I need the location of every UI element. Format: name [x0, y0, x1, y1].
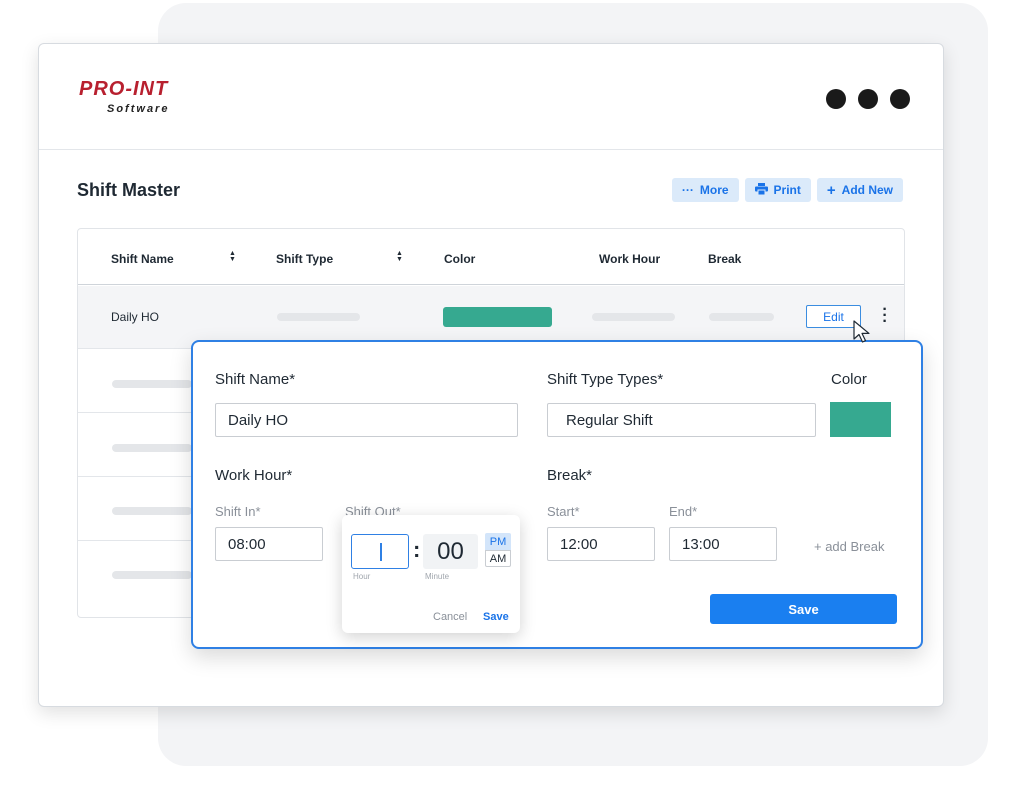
break-end-label: End* [669, 504, 698, 519]
placeholder-bar [112, 380, 192, 388]
pm-option[interactable]: PM [485, 533, 511, 550]
minute-caption: Minute [425, 572, 450, 581]
picker-save-button[interactable]: Save [483, 611, 509, 623]
color-picker-swatch[interactable] [830, 402, 891, 437]
logo-main-text: PRO-INT [79, 78, 169, 100]
column-header-break: Break [708, 252, 742, 266]
column-header-color: Color [444, 252, 476, 266]
am-pm-toggle: PM AM [485, 533, 511, 567]
shift-name-input[interactable]: Daily HO [215, 403, 518, 437]
mouse-cursor-icon [853, 320, 870, 343]
shift-in-label: Shift In* [215, 504, 261, 519]
break-end-input[interactable]: 13:00 [669, 527, 777, 561]
add-new-label: Add New [841, 183, 893, 197]
shift-type-select[interactable]: Regular Shift [547, 403, 816, 437]
placeholder-bar [112, 444, 192, 452]
plus-icon: + [826, 181, 836, 199]
placeholder-bar [112, 571, 192, 579]
shift-name-label: Shift Name* [215, 371, 296, 388]
break-start-label: Start* [547, 504, 580, 519]
time-separator: : [413, 537, 421, 562]
minute-input[interactable]: 00 [423, 534, 478, 569]
shift-name-cell: Daily HO [111, 310, 160, 324]
print-label: Print [773, 183, 801, 197]
window-controls [826, 89, 910, 109]
text-caret [380, 543, 382, 561]
more-button[interactable]: ··· More [671, 178, 739, 202]
shift-in-input[interactable]: 08:00 [215, 527, 323, 561]
page-title: Shift Master [77, 180, 181, 200]
kebab-menu-icon[interactable]: · · · [881, 302, 889, 330]
shift-type-label: Shift Type Types* [547, 371, 664, 388]
pro-int-logo: PRO-INT Software [79, 78, 189, 124]
printer-icon [754, 182, 768, 198]
column-header-work-hour: Work Hour [599, 252, 661, 266]
placeholder-bar [592, 313, 675, 321]
logo-sub-text: Software [107, 103, 170, 115]
color-swatch [443, 307, 552, 327]
color-label: Color [831, 371, 867, 388]
add-new-button[interactable]: + Add New [816, 178, 903, 202]
time-picker-popup: : 00 PM AM Hour Minute Cancel Save [342, 515, 520, 633]
more-label: More [699, 183, 729, 197]
sort-icon[interactable]: ▲ ▼ [229, 250, 236, 263]
placeholder-bar [709, 313, 774, 321]
window-dot-icon[interactable] [826, 89, 846, 109]
window-dot-icon[interactable] [858, 89, 878, 109]
save-button[interactable]: Save [710, 594, 897, 624]
add-break-link[interactable]: + add Break [814, 539, 884, 554]
hour-input[interactable] [351, 534, 409, 569]
placeholder-bar [112, 507, 192, 515]
sort-icon[interactable]: ▲ ▼ [396, 250, 403, 263]
break-label: Break* [547, 467, 593, 484]
column-header-shift-name[interactable]: Shift Name [111, 252, 174, 266]
picker-cancel-button[interactable]: Cancel [433, 611, 467, 623]
placeholder-bar [277, 313, 360, 321]
work-hour-label: Work Hour* [215, 467, 293, 484]
table-header: Shift Name ▲ ▼ Shift Type ▲ ▼ Color Work H… [78, 229, 904, 285]
ellipsis-icon: ··· [681, 183, 694, 197]
print-button[interactable]: Print [744, 178, 811, 202]
column-header-shift-type[interactable]: Shift Type [276, 252, 333, 266]
edit-shift-modal: Shift Name* Daily HO Shift Type Types* R… [191, 340, 923, 649]
am-option[interactable]: AM [485, 550, 511, 567]
break-start-input[interactable]: 12:00 [547, 527, 655, 561]
hour-caption: Hour [353, 572, 371, 581]
window-dot-icon[interactable] [890, 89, 910, 109]
toolbar: ··· More Print + Add New [671, 178, 903, 202]
app-header: PRO-INT Software [39, 44, 943, 150]
